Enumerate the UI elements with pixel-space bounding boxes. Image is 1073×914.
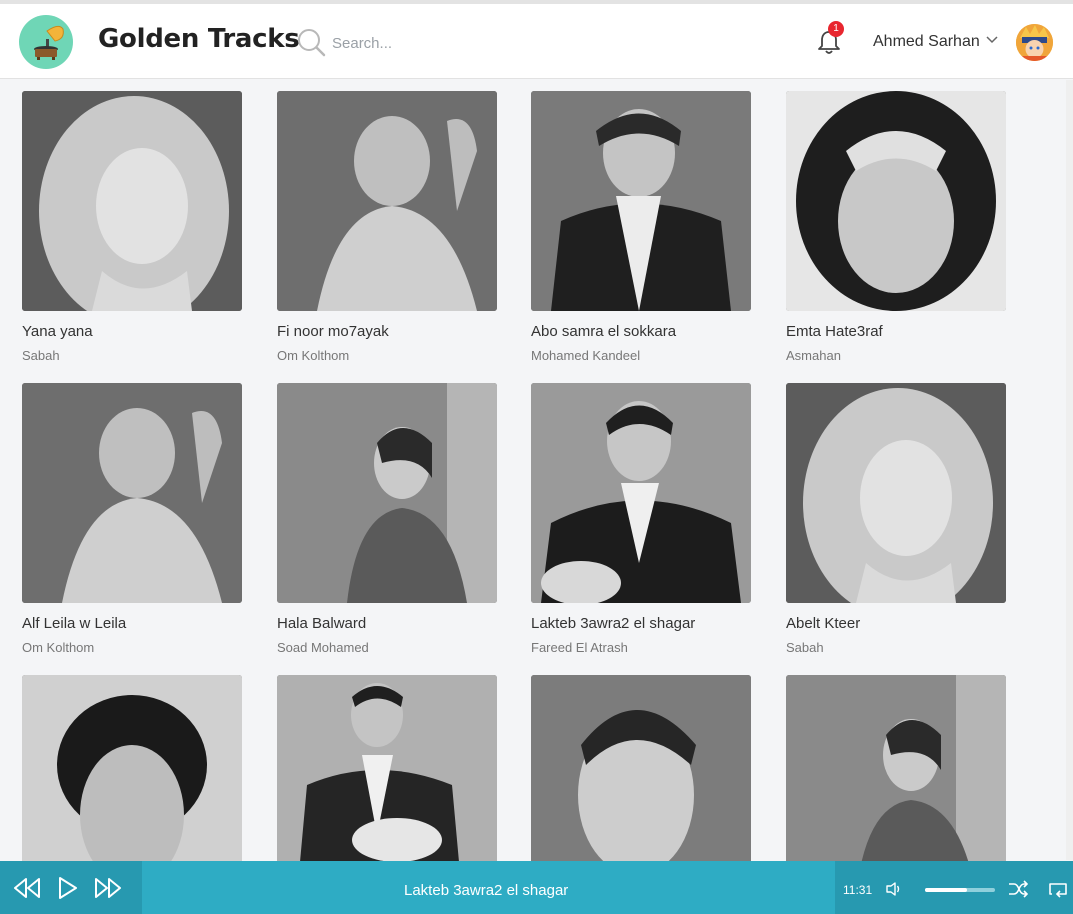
track-cover[interactable] <box>531 675 751 861</box>
track-card[interactable] <box>531 675 751 861</box>
search-input[interactable] <box>332 30 532 56</box>
track-cover[interactable] <box>22 91 242 311</box>
play-icon[interactable] <box>56 875 80 901</box>
track-card[interactable]: Yana yana Sabah <box>22 91 242 363</box>
track-cover[interactable] <box>786 675 1006 861</box>
track-artist: Soad Mohamed <box>277 640 369 655</box>
track-artist: Om Kolthom <box>22 640 95 655</box>
track-card[interactable]: Alf Leila w Leila Om Kolthom <box>22 383 242 655</box>
now-playing-title: Lakteb 3awra2 el shagar <box>404 882 569 899</box>
track-cover[interactable] <box>786 383 1006 603</box>
track-cover[interactable] <box>531 383 751 603</box>
app-title: Golden Tracks <box>98 24 300 54</box>
track-cover[interactable] <box>277 675 497 861</box>
player-controls <box>0 861 142 914</box>
player-bar: Lakteb 3awra2 el shagar 11:31 <box>0 861 1073 914</box>
search-icon[interactable] <box>296 27 326 57</box>
track-artist: Sabah <box>786 640 824 655</box>
fast-forward-icon[interactable] <box>93 875 123 901</box>
track-title: Emta Hate3raf <box>786 323 883 340</box>
track-card[interactable]: Abo samra el sokkara Mohamed Kandeel <box>531 91 751 363</box>
user-name[interactable]: Ahmed Sarhan <box>873 33 980 51</box>
track-cover[interactable] <box>277 91 497 311</box>
track-card[interactable]: Fi noor mo7ayak Om Kolthom <box>277 91 497 363</box>
track-title: Lakteb 3awra2 el shagar <box>531 615 696 632</box>
page-scrollbar[interactable] <box>1066 80 1073 860</box>
track-title: Abo samra el sokkara <box>531 323 677 340</box>
shuffle-icon[interactable] <box>1008 880 1028 898</box>
track-card[interactable]: Hala Balward Soad Mohamed <box>277 383 497 655</box>
repeat-icon[interactable] <box>1048 881 1068 899</box>
top-bar: Golden Tracks 1 Ahmed Sarhan <box>0 4 1073 79</box>
track-card[interactable]: Abelt Kteer Sabah <box>786 383 1006 655</box>
track-cover[interactable] <box>277 383 497 603</box>
track-card[interactable] <box>22 675 242 861</box>
tracks-grid: Yana yana Sabah Fi noor mo7ayak Om Kolth… <box>22 91 1022 861</box>
gramophone-icon[interactable] <box>19 15 73 69</box>
track-cover[interactable] <box>22 383 242 603</box>
track-card[interactable] <box>277 675 497 861</box>
avatar[interactable] <box>1016 24 1053 61</box>
track-artist: Sabah <box>22 348 60 363</box>
track-card[interactable] <box>786 675 1006 861</box>
notification-badge: 1 <box>828 21 844 37</box>
track-title: Yana yana <box>22 323 93 340</box>
track-cover[interactable] <box>22 675 242 861</box>
track-artist: Om Kolthom <box>277 348 350 363</box>
track-artist: Fareed El Atrash <box>531 640 628 655</box>
volume-level <box>925 888 967 892</box>
track-cover[interactable] <box>786 91 1006 311</box>
chevron-down-icon[interactable] <box>985 32 999 46</box>
track-cover[interactable] <box>531 91 751 311</box>
volume-icon[interactable] <box>885 881 903 897</box>
track-title: Hala Balward <box>277 615 367 632</box>
track-title: Abelt Kteer <box>786 615 861 632</box>
track-artist: Asmahan <box>786 348 841 363</box>
volume-slider[interactable] <box>925 888 995 892</box>
track-card[interactable]: Emta Hate3raf Asmahan <box>786 91 1006 363</box>
track-artist: Mohamed Kandeel <box>531 348 641 363</box>
track-title: Fi noor mo7ayak <box>277 323 389 340</box>
rewind-icon[interactable] <box>12 875 42 901</box>
track-title: Alf Leila w Leila <box>22 615 127 632</box>
track-card[interactable]: Lakteb 3awra2 el shagar Fareed El Atrash <box>531 383 751 655</box>
track-time: 11:31 <box>843 883 873 897</box>
